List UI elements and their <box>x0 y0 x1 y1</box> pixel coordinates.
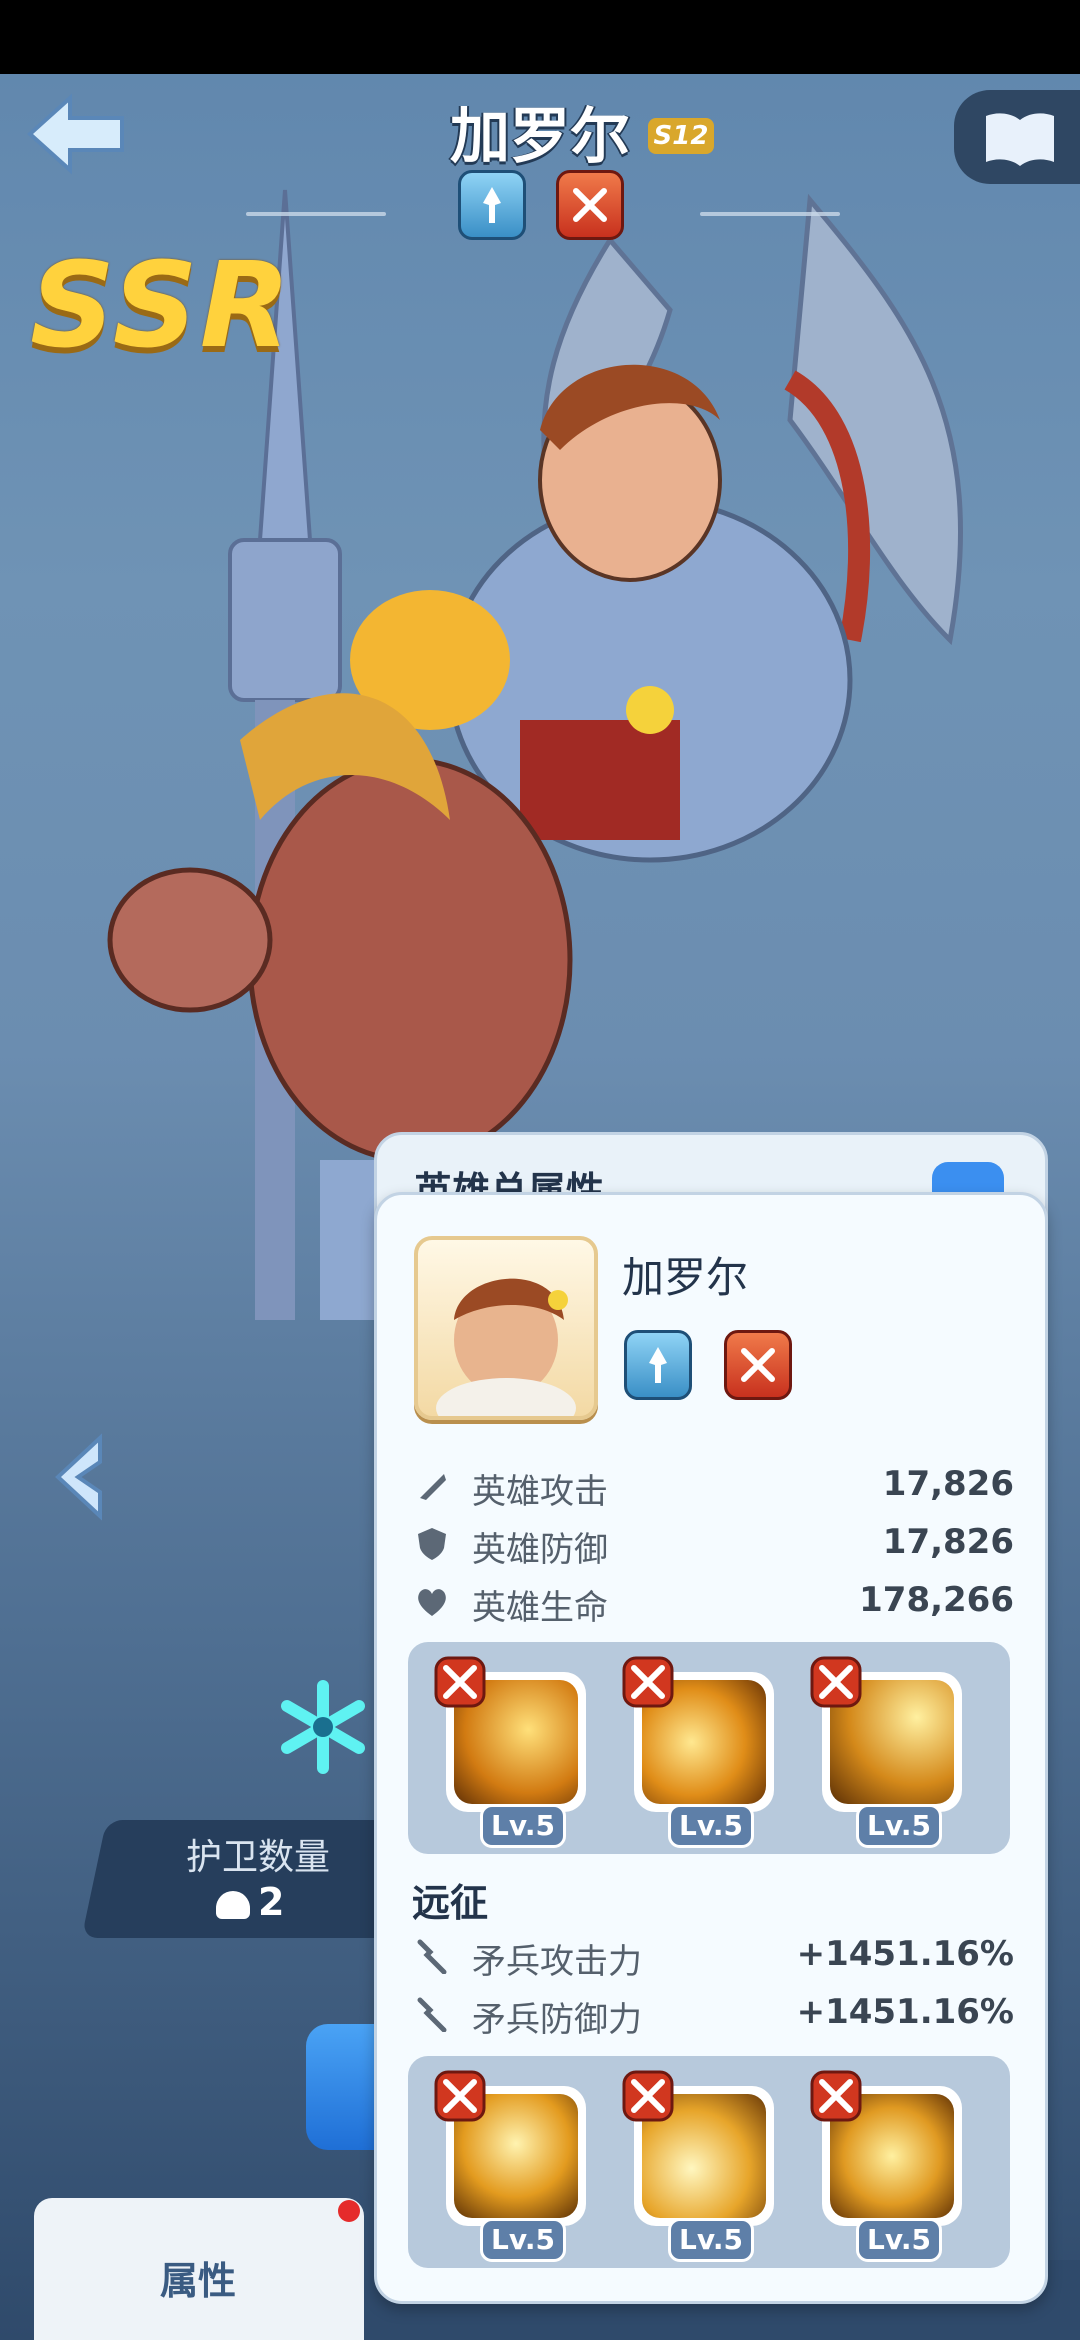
star-level-badge: S12 <box>648 118 714 154</box>
spear-icon <box>417 1997 447 2032</box>
spear-class-icon[interactable] <box>458 170 526 240</box>
skill-level: Lv.5 <box>668 1804 754 1848</box>
skill-level: Lv.5 <box>480 2218 566 2262</box>
skill-slot[interactable]: Lv.5 <box>622 1656 774 1848</box>
crossed-swords-icon <box>622 1656 674 1708</box>
panel-spear-class-icon[interactable] <box>624 1330 692 1400</box>
hero-title: 加罗尔 <box>450 102 630 172</box>
hero-portrait <box>414 1236 598 1420</box>
guard-count-label: 护卫数量 <box>186 1837 331 1878</box>
tab-attributes-label: 属性 <box>160 2259 237 2303</box>
rarity-label: SSR <box>30 236 293 374</box>
skill-slot[interactable]: Lv.5 <box>434 2070 586 2262</box>
skill-level: Lv.5 <box>856 1804 942 1848</box>
skill-level: Lv.5 <box>856 2218 942 2262</box>
skill-level: Lv.5 <box>480 1804 566 1848</box>
skill-slot[interactable]: Lv.5 <box>810 2070 962 2262</box>
previous-hero-arrow-icon[interactable] <box>50 1432 110 1522</box>
title-decor-left <box>246 212 386 216</box>
panel-crossed-swords-icon[interactable] <box>724 1330 792 1400</box>
spear-icon <box>417 1939 447 1974</box>
crossed-swords-icon <box>622 2070 674 2122</box>
skill-level: Lv.5 <box>668 2218 754 2262</box>
sword-icon <box>420 1474 446 1500</box>
back-arrow-icon[interactable] <box>26 92 126 176</box>
crossed-swords-icon <box>434 2070 486 2122</box>
notification-dot <box>338 2200 360 2222</box>
stat-row-spear-defense: 矛兵防御力 +1451.16% <box>414 1992 1014 2042</box>
crossed-swords-icon[interactable] <box>556 170 624 240</box>
crossed-swords-icon <box>810 2070 862 2122</box>
shield-icon <box>418 1528 446 1560</box>
guard-count-value: 2 <box>216 1880 284 1924</box>
hero-portrait-image <box>436 1278 576 1416</box>
mushroom-icon <box>216 1890 250 1919</box>
snowflake-icon[interactable] <box>276 1680 370 1774</box>
stat-row-attack: 英雄攻击 17,826 <box>414 1464 1014 1514</box>
stat-row-defense: 英雄防御 17,826 <box>414 1522 1014 1572</box>
crossed-swords-icon <box>434 1656 486 1708</box>
heart-icon <box>418 1589 446 1616</box>
skill-slot[interactable]: Lv.5 <box>810 1656 962 1848</box>
title-decor-right <box>700 212 840 216</box>
expedition-title: 远征 <box>412 1881 489 1925</box>
skill-slot[interactable]: Lv.5 <box>434 1656 586 1848</box>
panel-hero-name: 加罗尔 <box>622 1253 749 1302</box>
skill-slot[interactable]: Lv.5 <box>622 2070 774 2262</box>
codex-button[interactable] <box>954 90 1080 184</box>
book-icon <box>986 113 1054 166</box>
stat-row-health: 英雄生命 178,266 <box>414 1580 1014 1630</box>
stat-row-spear-attack: 矛兵攻击力 +1451.16% <box>414 1934 1014 1984</box>
crossed-swords-icon <box>810 1656 862 1708</box>
tab-attributes[interactable]: 属性 <box>34 2198 364 2340</box>
status-bar <box>0 0 1080 74</box>
